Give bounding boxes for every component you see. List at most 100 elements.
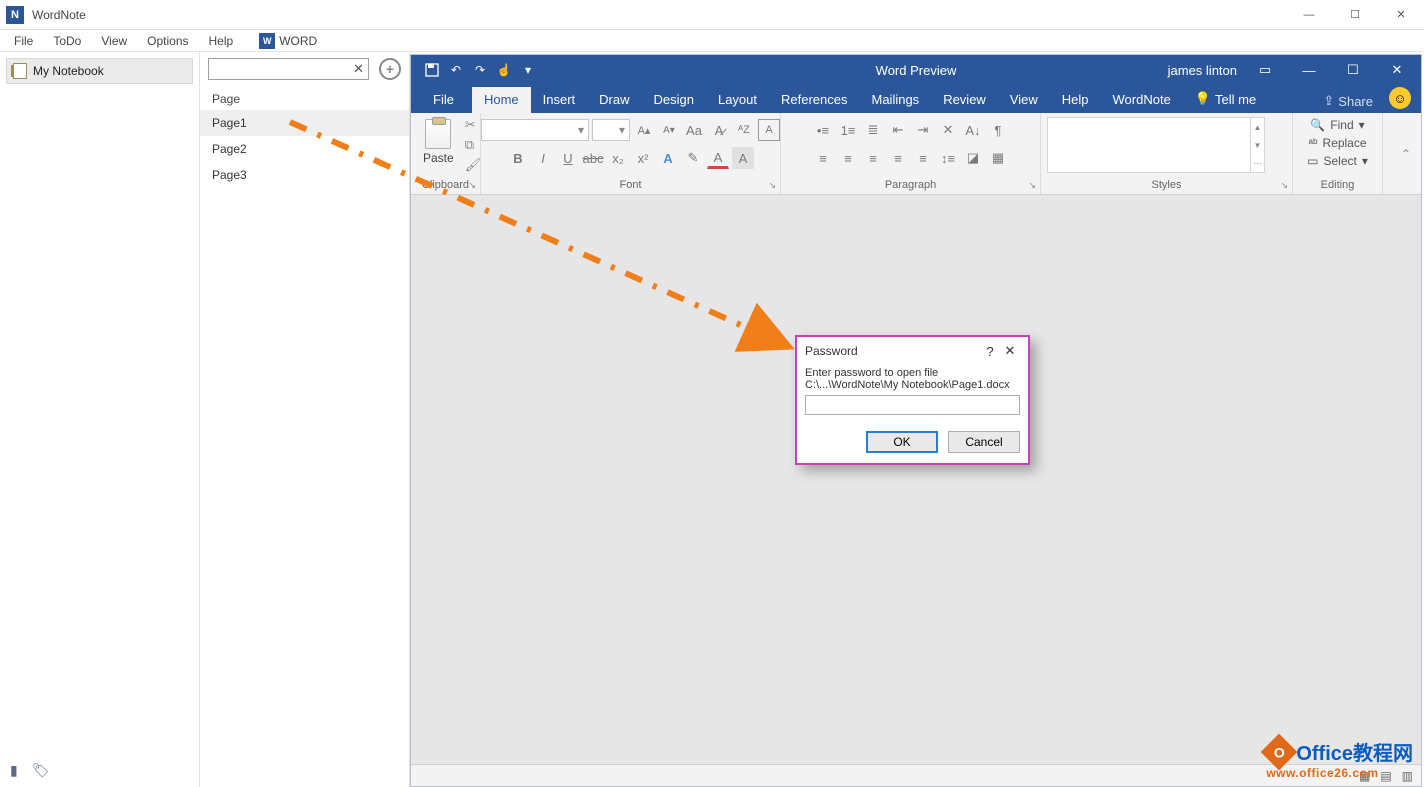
page-item-1[interactable]: Page1 <box>200 110 409 136</box>
highlight-icon[interactable]: ✎ <box>682 147 704 169</box>
format-painter-icon[interactable]: 🖌 <box>465 157 482 173</box>
styles-gallery[interactable]: ▲▼⋯ <box>1047 117 1265 173</box>
sort-icon[interactable]: A↓ <box>962 119 984 141</box>
qat-customize-icon[interactable]: ▾ <box>517 59 539 81</box>
italic-button[interactable]: I <box>532 147 554 169</box>
menu-file[interactable]: File <box>4 32 43 50</box>
styles-launcher-icon[interactable]: ↘ <box>1280 180 1288 191</box>
qat-save-icon[interactable] <box>421 59 443 81</box>
tab-view[interactable]: View <box>998 87 1050 113</box>
qat-undo-icon[interactable]: ↶ <box>445 59 467 81</box>
align-left-icon[interactable]: ≡ <box>812 147 834 169</box>
menu-help[interactable]: Help <box>199 32 244 50</box>
dialog-help-button[interactable]: ? <box>980 344 1000 359</box>
collapse-ribbon-icon[interactable]: ⌃ <box>1391 147 1421 161</box>
word-ribbon-options-icon[interactable]: ▭ <box>1249 60 1281 80</box>
align-right-icon[interactable]: ≡ <box>862 147 884 169</box>
underline-button[interactable]: U <box>557 147 579 169</box>
word-minimize-button[interactable]: — <box>1293 60 1325 80</box>
multilevel-icon[interactable]: ≣ <box>862 119 884 141</box>
tab-home[interactable]: Home <box>472 87 531 113</box>
cut-icon[interactable]: ✂ <box>465 117 482 133</box>
tab-help[interactable]: Help <box>1050 87 1101 113</box>
cancel-button[interactable]: Cancel <box>948 431 1020 453</box>
select-button[interactable]: ▭Select ▾ <box>1303 153 1372 169</box>
clipboard-launcher-icon[interactable]: ↘ <box>468 180 476 191</box>
status-read-mode-icon[interactable]: ▦ <box>1359 769 1370 783</box>
line-spacing-icon[interactable]: ↕≡ <box>937 147 959 169</box>
tab-file[interactable]: File <box>421 87 472 113</box>
increase-indent-icon[interactable]: ⇥ <box>912 119 934 141</box>
tab-draw[interactable]: Draw <box>587 87 641 113</box>
menu-options[interactable]: Options <box>137 32 198 50</box>
copy-icon[interactable]: ⧉ <box>465 137 482 153</box>
feedback-smiley-icon[interactable]: ☺ <box>1389 87 1411 109</box>
show-marks-icon[interactable]: ¶ <box>987 119 1009 141</box>
numbering-icon[interactable]: 1≡ <box>837 119 859 141</box>
subscript-button[interactable]: x₂ <box>607 147 629 169</box>
grow-font-icon[interactable]: A▴ <box>633 119 655 141</box>
gallery-down-icon[interactable]: ▼ <box>1251 136 1264 154</box>
font-color-icon[interactable]: A <box>707 147 729 169</box>
borders-icon[interactable]: ▦ <box>987 147 1009 169</box>
notebook-bookmark-icon[interactable]: ▮ <box>10 762 18 779</box>
status-web-layout-icon[interactable]: ▥ <box>1402 769 1413 783</box>
tab-review[interactable]: Review <box>931 87 998 113</box>
strikethrough-button[interactable]: abc <box>582 147 604 169</box>
tab-references[interactable]: References <box>769 87 859 113</box>
dialog-close-button[interactable]: ✕ <box>1000 343 1020 359</box>
close-button[interactable]: ✕ <box>1378 0 1424 30</box>
find-button[interactable]: 🔍Find ▾ <box>1306 117 1368 133</box>
menu-view[interactable]: View <box>91 32 137 50</box>
menu-todo[interactable]: ToDo <box>43 32 91 50</box>
notebook-item[interactable]: My Notebook <box>6 58 193 84</box>
font-launcher-icon[interactable]: ↘ <box>768 180 776 191</box>
clear-formatting-icon[interactable]: A̷ <box>708 119 730 141</box>
shading-icon[interactable]: ◪ <box>962 147 984 169</box>
clear-icon[interactable]: ✕ <box>353 61 364 77</box>
font-name-combo[interactable]: ▾ <box>481 119 589 141</box>
paste-button[interactable]: Paste <box>417 117 460 167</box>
notebook-tag-icon[interactable]: 🏷 <box>32 762 50 779</box>
tab-wordnote[interactable]: WordNote <box>1101 87 1183 113</box>
justify-icon[interactable]: ≡ <box>887 147 909 169</box>
qat-redo-icon[interactable]: ↷ <box>469 59 491 81</box>
qat-touch-icon[interactable]: ☝ <box>493 59 515 81</box>
bold-button[interactable]: B <box>507 147 529 169</box>
replace-button[interactable]: ᵃᵇReplace <box>1304 135 1370 151</box>
password-input[interactable] <box>805 395 1020 415</box>
gallery-more-icon[interactable]: ⋯ <box>1251 154 1264 172</box>
decrease-indent-icon[interactable]: ⇤ <box>887 119 909 141</box>
word-user-name[interactable]: james linton <box>1168 63 1237 78</box>
font-size-combo[interactable]: ▾ <box>592 119 630 141</box>
tab-insert[interactable]: Insert <box>531 87 588 113</box>
gallery-up-icon[interactable]: ▲ <box>1251 118 1264 136</box>
change-case-icon[interactable]: Aa <box>683 119 705 141</box>
shrink-font-icon[interactable]: A▾ <box>658 119 680 141</box>
add-page-button[interactable]: + <box>379 58 401 80</box>
distributed-icon[interactable]: ≡ <box>912 147 934 169</box>
word-close-button[interactable]: ✕ <box>1381 60 1413 80</box>
tab-design[interactable]: Design <box>642 87 706 113</box>
page-item-3[interactable]: Page3 <box>200 162 409 188</box>
bullets-icon[interactable]: •≡ <box>812 119 834 141</box>
minimize-button[interactable]: — <box>1286 0 1332 30</box>
paragraph-launcher-icon[interactable]: ↘ <box>1028 180 1036 191</box>
word-maximize-button[interactable]: ☐ <box>1337 60 1369 80</box>
asian-layout-icon[interactable]: ✕ <box>937 119 959 141</box>
share-button[interactable]: ⇪Share <box>1313 89 1383 113</box>
search-input[interactable]: ✕ <box>208 58 369 80</box>
tell-me-button[interactable]: 💡Tell me <box>1183 86 1268 113</box>
page-item-2[interactable]: Page2 <box>200 136 409 162</box>
open-in-word-button[interactable]: W WORD <box>249 31 327 51</box>
tab-layout[interactable]: Layout <box>706 87 769 113</box>
text-effects-icon[interactable]: A <box>657 147 679 169</box>
char-shading-icon[interactable]: A <box>732 147 754 169</box>
superscript-button[interactable]: x² <box>632 147 654 169</box>
align-center-icon[interactable]: ≡ <box>837 147 859 169</box>
phonetic-guide-icon[interactable]: ᴬZ <box>733 119 755 141</box>
ok-button[interactable]: OK <box>866 431 938 453</box>
tab-mailings[interactable]: Mailings <box>860 87 932 113</box>
char-border-icon[interactable]: A <box>758 119 780 141</box>
maximize-button[interactable]: ☐ <box>1332 0 1378 30</box>
